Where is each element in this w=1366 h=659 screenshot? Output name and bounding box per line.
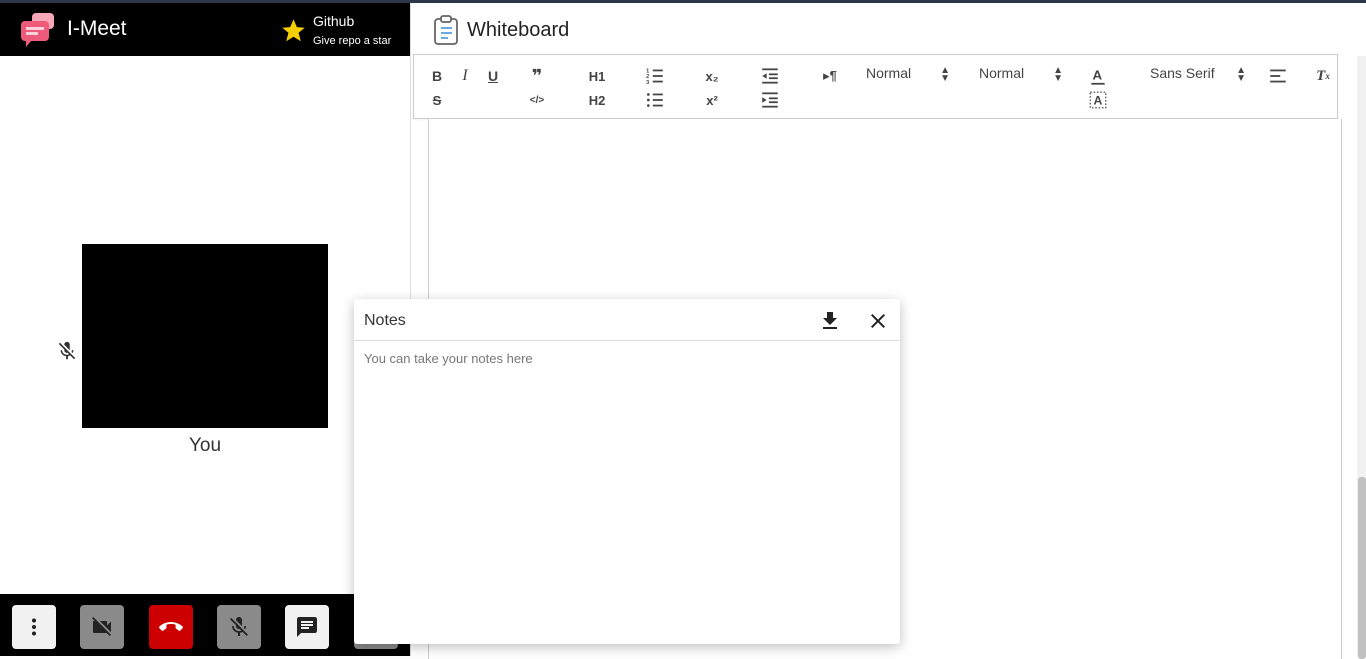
call-end-icon bbox=[159, 622, 183, 631]
clear-format-button[interactable]: Tx bbox=[1312, 66, 1334, 86]
participant-video bbox=[82, 244, 328, 428]
h2-button[interactable]: H2 bbox=[584, 90, 610, 110]
star-icon[interactable] bbox=[280, 17, 307, 44]
select-arrows-icon: ▲ ▼ bbox=[1053, 65, 1063, 84]
header-select-value: Normal bbox=[979, 65, 1025, 81]
mic-off-icon bbox=[230, 617, 248, 636]
participant-label: You bbox=[188, 435, 222, 456]
code-block-button[interactable]: </> bbox=[526, 90, 548, 110]
github-link[interactable]: Github bbox=[313, 13, 354, 29]
outdent-icon[interactable] bbox=[759, 66, 781, 86]
background-color-icon[interactable]: A bbox=[1087, 90, 1109, 110]
select-arrows-icon: ▲ ▼ bbox=[940, 65, 950, 84]
chat-icon bbox=[297, 617, 317, 637]
strike-button[interactable]: S bbox=[426, 90, 448, 110]
size-select[interactable]: Normal ▲ ▼ bbox=[866, 65, 950, 87]
subscript-button[interactable]: x₂ bbox=[701, 66, 723, 86]
indent-icon[interactable] bbox=[759, 90, 781, 110]
toggle-video-button[interactable] bbox=[80, 605, 124, 649]
app-logo-icon bbox=[21, 13, 54, 47]
h1-button[interactable]: H1 bbox=[584, 66, 610, 86]
italic-button[interactable]: I bbox=[454, 66, 476, 86]
align-left-icon[interactable] bbox=[1267, 66, 1289, 86]
download-icon[interactable] bbox=[818, 309, 842, 333]
underline-button[interactable]: U bbox=[482, 66, 504, 86]
font-select[interactable]: Sans Serif ▲ ▼ bbox=[1150, 65, 1246, 87]
mic-off-icon bbox=[58, 341, 76, 360]
superscript-button[interactable]: x² bbox=[701, 90, 723, 110]
call-controls bbox=[0, 594, 410, 656]
videocam-off-icon bbox=[92, 617, 111, 636]
bold-button[interactable]: B bbox=[426, 66, 448, 86]
text-direction-button[interactable]: ▸¶ bbox=[819, 66, 841, 86]
ordered-list-icon[interactable]: 123 bbox=[644, 66, 666, 86]
close-icon[interactable] bbox=[866, 309, 890, 333]
notes-textarea[interactable] bbox=[364, 351, 890, 631]
notes-dialog: Notes bbox=[354, 299, 900, 644]
meeting-panel: I-Meet Github Give repo a star You bbox=[0, 3, 410, 656]
brand-bar: I-Meet Github Give repo a star bbox=[0, 3, 410, 56]
notes-title: Notes bbox=[364, 312, 406, 329]
font-select-value: Sans Serif bbox=[1150, 65, 1215, 81]
editor-toolbar: B I U S ❞ </> H1 H2 123 x₂ x² ▸¶ Normal … bbox=[413, 54, 1338, 119]
select-arrows-icon: ▲ ▼ bbox=[1236, 65, 1246, 84]
text-color-icon[interactable]: A bbox=[1087, 66, 1109, 86]
toggle-mic-button[interactable] bbox=[217, 605, 261, 649]
github-subtitle[interactable]: Give repo a star bbox=[313, 35, 391, 47]
header-select[interactable]: Normal ▲ ▼ bbox=[979, 65, 1063, 87]
size-select-value: Normal bbox=[866, 65, 912, 81]
app-name: I-Meet bbox=[67, 17, 127, 40]
clipboard-icon bbox=[434, 15, 458, 45]
more-vert-icon bbox=[32, 618, 36, 636]
notes-header: Notes bbox=[354, 299, 900, 341]
more-options-button[interactable] bbox=[12, 605, 56, 649]
svg-text:3: 3 bbox=[646, 80, 649, 86]
blockquote-button[interactable]: ❞ bbox=[526, 66, 548, 86]
chat-button[interactable] bbox=[285, 605, 329, 649]
bullet-list-icon[interactable] bbox=[644, 90, 666, 110]
scrollbar-thumb[interactable] bbox=[1358, 477, 1366, 659]
svg-text:A: A bbox=[1092, 67, 1102, 82]
end-call-button[interactable] bbox=[149, 605, 193, 649]
whiteboard-title: Whiteboard bbox=[467, 19, 570, 41]
svg-text:A: A bbox=[1094, 93, 1103, 107]
